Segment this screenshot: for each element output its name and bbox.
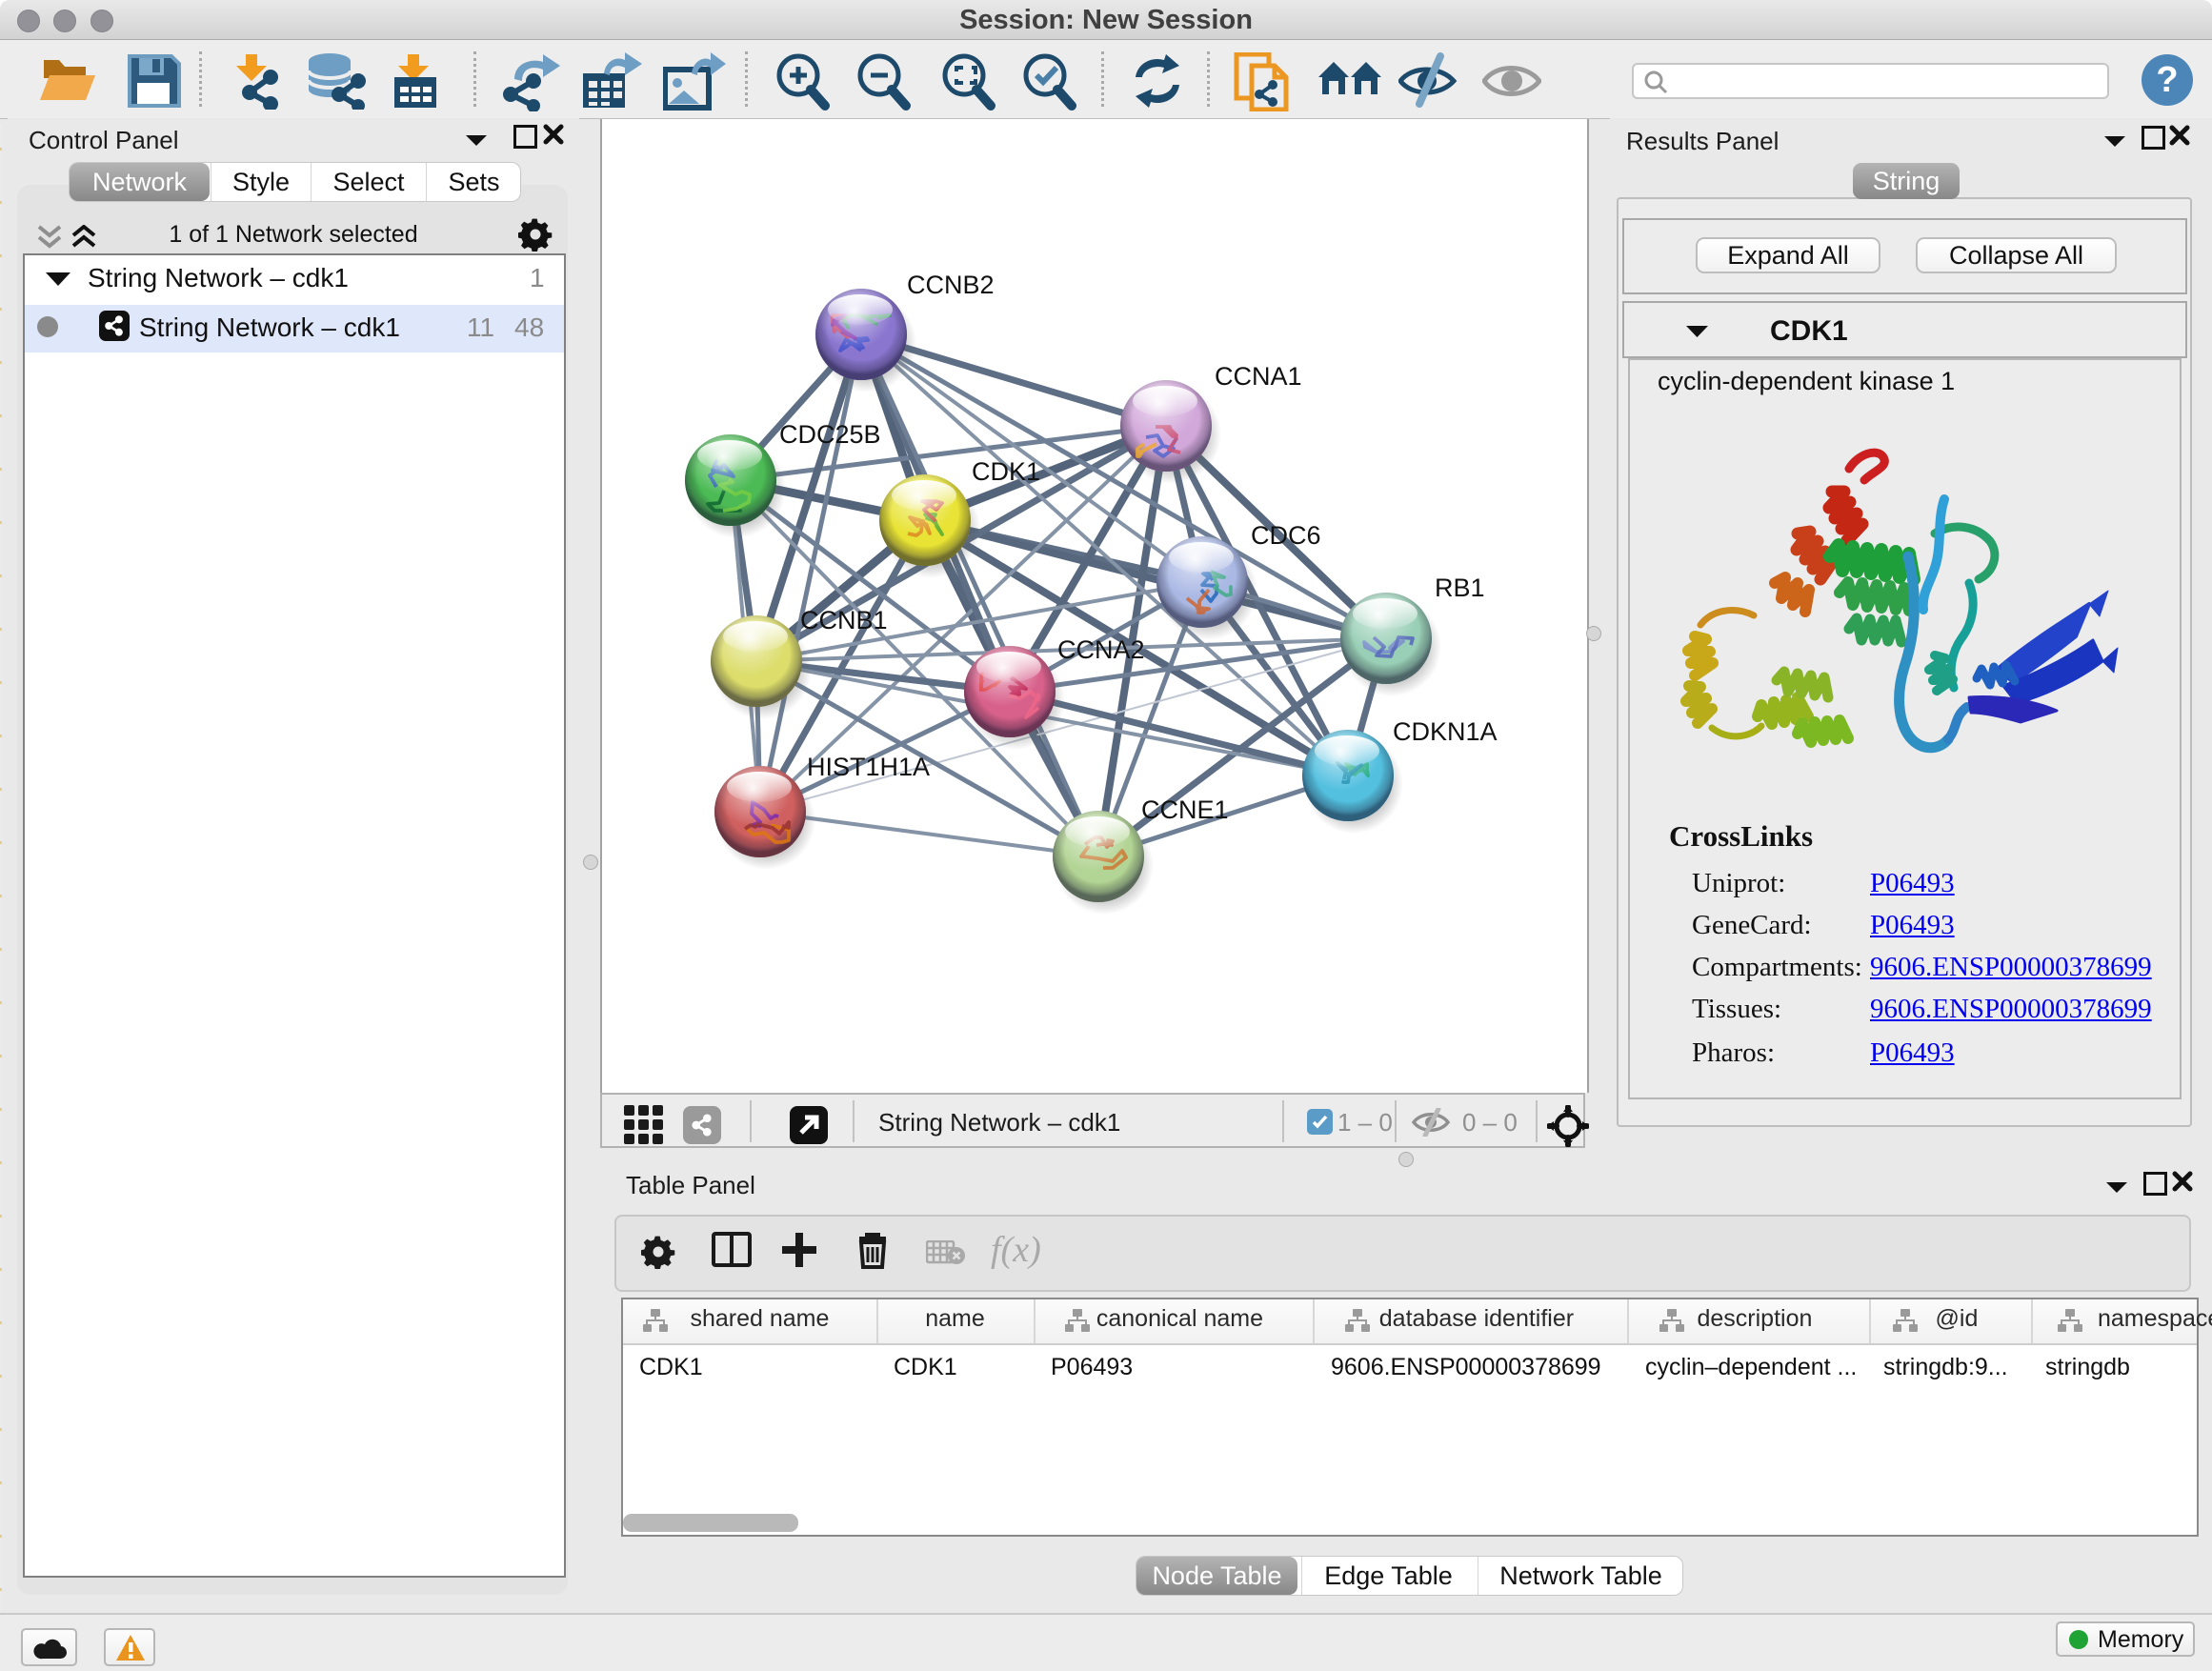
svg-text:CCNA1: CCNA1 <box>1215 362 1302 391</box>
svg-text:CDK1: CDK1 <box>972 457 1040 486</box>
svg-text:CCNA2: CCNA2 <box>1057 635 1145 664</box>
svg-text:HIST1H1A: HIST1H1A <box>807 753 930 781</box>
svg-text:CDKN1A: CDKN1A <box>1393 717 1498 746</box>
svg-text:CCNB1: CCNB1 <box>800 606 888 634</box>
svg-text:CCNE1: CCNE1 <box>1141 795 1229 824</box>
svg-text:CDC6: CDC6 <box>1251 521 1321 550</box>
svg-text:RB1: RB1 <box>1435 574 1485 602</box>
svg-text:?: ? <box>2156 60 2178 100</box>
svg-text:CDC25B: CDC25B <box>779 420 881 449</box>
svg-text:CCNB2: CCNB2 <box>907 271 995 299</box>
